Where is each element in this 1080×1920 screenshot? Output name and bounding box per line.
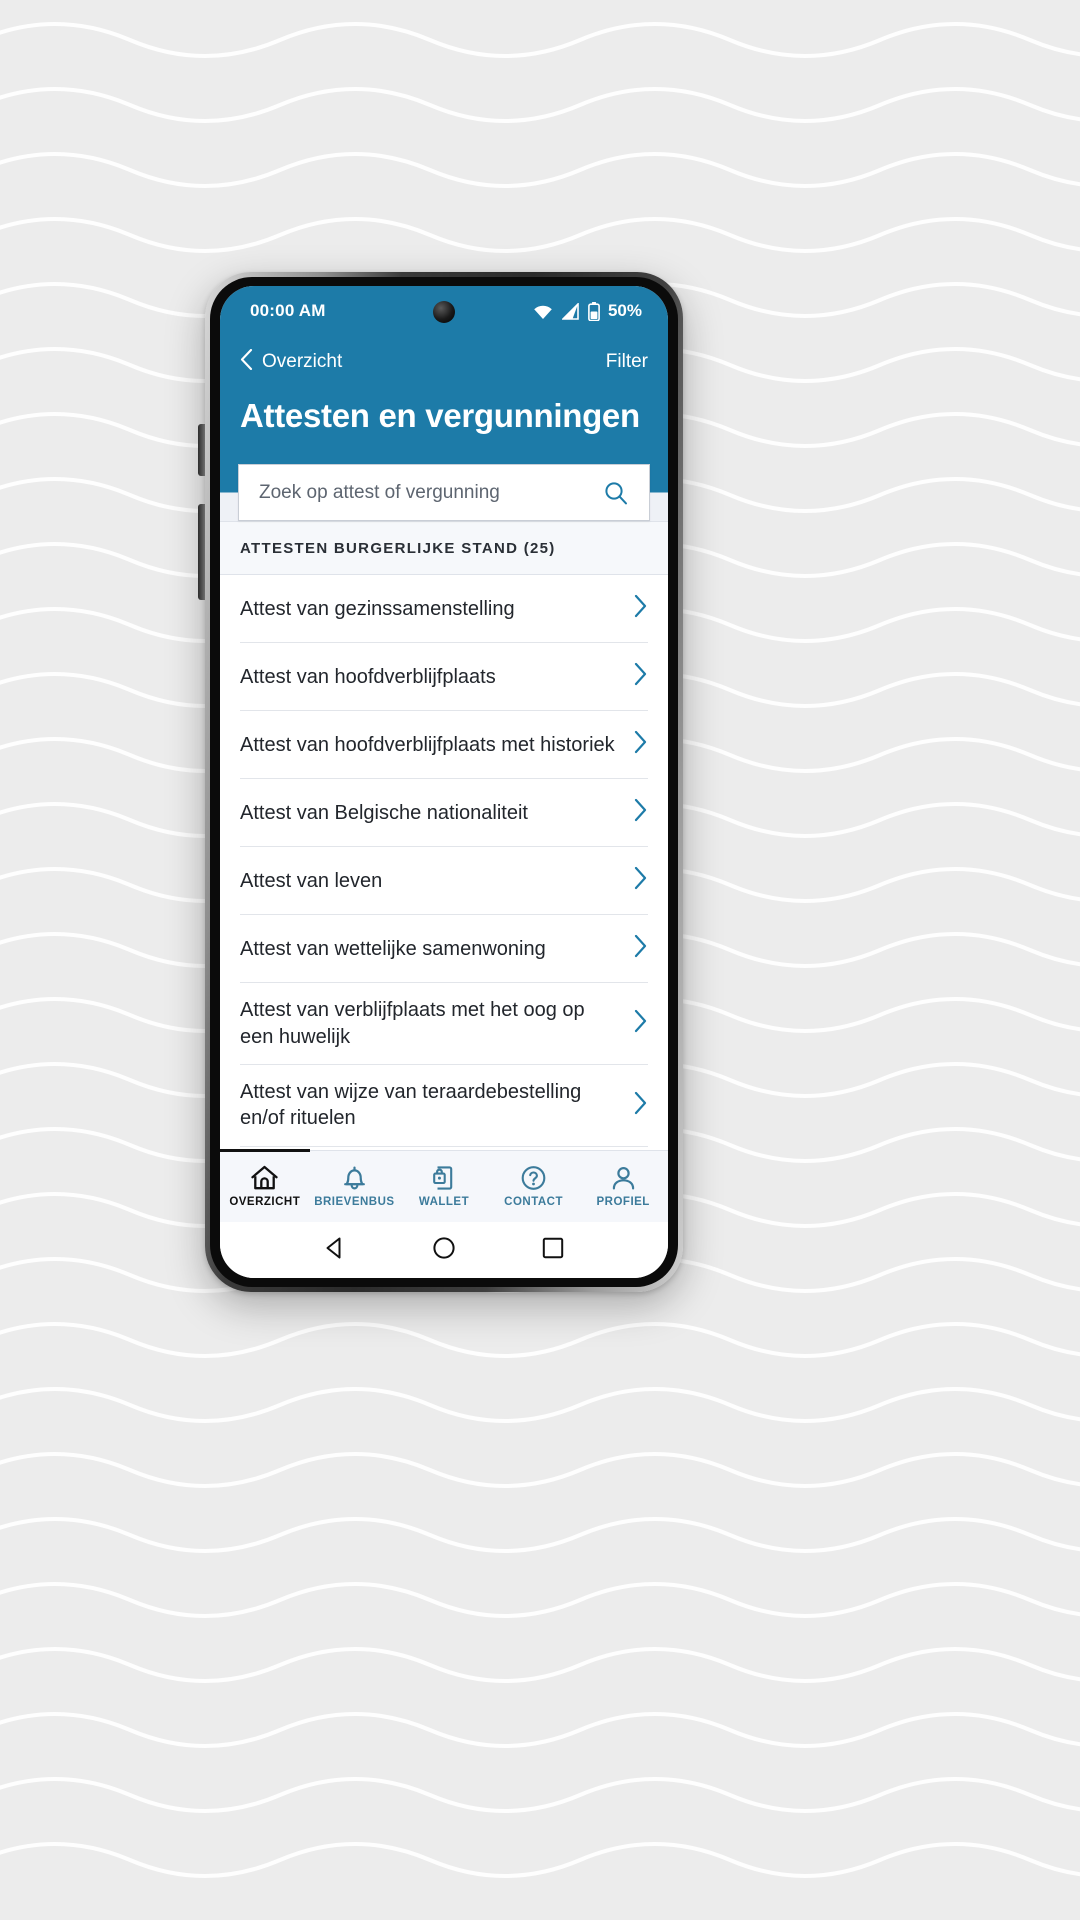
chevron-right-icon [633,594,648,623]
tab-overzicht[interactable]: OVERZICHT [220,1151,310,1222]
list-item-label: Attest van verblijfplaats met het oog op… [240,999,585,1048]
list-item-label: Attest van Belgische nationaliteit [240,801,528,824]
list-item-label: Attest van hoofdverblijfplaats [240,665,496,688]
tab-wallet[interactable]: WALLET [399,1151,489,1222]
camera-punch-hole [433,301,455,323]
list-item[interactable]: Attest van hoofdverblijfplaats met histo… [240,711,648,780]
list-item[interactable]: Attest van verblijfplaats met het oog op… [240,983,648,1066]
tab-label: BRIEVENBUS [314,1196,395,1208]
battery-percentage: 50% [607,301,642,320]
list-item[interactable]: Attest van gezinssamenstelling [240,575,648,644]
home-icon [250,1165,279,1191]
tab-label: WALLET [418,1196,470,1208]
list-item-label: Attest van hoofdverblijfplaats met histo… [240,733,615,756]
status-bar: 00:00 AM 50% [220,286,668,336]
android-back-triangle-icon[interactable] [322,1235,348,1266]
tab-label: OVERZICHT [229,1196,301,1208]
cellular-signal-icon [561,302,580,320]
active-tab-indicator [220,1149,310,1152]
list-item[interactable]: Attest van Belgische nationaliteit [240,779,648,848]
status-icons: 50% [532,301,642,321]
chevron-right-icon [633,1091,648,1120]
phone-screen: 00:00 AM 50% Overzicht Filter Attesten e… [220,286,668,1278]
phone-device: 00:00 AM 50% Overzicht Filter Attesten e… [198,272,683,1292]
phone-bezel: 00:00 AM 50% Overzicht Filter Attesten e… [210,277,678,1287]
tab-contact[interactable]: CONTACT [489,1151,579,1222]
battery-icon [588,301,600,321]
search-icon[interactable] [601,478,631,508]
status-time: 00:00 AM [250,301,326,320]
tab-label: CONTACT [504,1196,564,1208]
chevron-left-icon [240,348,253,376]
back-button-label: Overzicht [262,351,343,372]
section-header: ATTESTEN BURGERLIJKE STAND (25) [220,521,668,576]
person-icon [611,1165,636,1191]
list-item[interactable]: Attest van wettelijke samenwoning [240,915,648,984]
wallet-lock-icon [431,1165,456,1191]
list-item[interactable]: Attest van hoofdverblijfplaats [240,643,648,712]
wifi-icon [532,303,554,320]
list-item-label: Attest van gezinssamenstelling [240,597,515,620]
android-system-nav [220,1222,668,1278]
filter-button[interactable]: Filter [606,351,648,373]
certificate-list: Attest van gezinssamenstelling Attest va… [220,575,668,1150]
chevron-right-icon [633,866,648,895]
chevron-right-icon [633,934,648,963]
bottom-tab-bar: OVERZICHT BRIEVENBUS WALLET CONTACT PROF… [220,1149,668,1222]
list-item-label: Attest van wettelijke samenwoning [240,937,546,960]
search-box[interactable] [238,464,650,522]
chevron-right-icon [633,662,648,691]
android-recents-square-icon[interactable] [540,1235,566,1266]
mute-side-button[interactable] [198,424,205,476]
tab-profiel[interactable]: PROFIEL [578,1151,668,1222]
chevron-right-icon [633,1009,648,1038]
tab-brievenbus[interactable]: BRIEVENBUS [310,1151,400,1222]
list-item[interactable]: Attest van leven [240,847,648,916]
app-header: Overzicht Filter Attesten en vergunninge… [220,336,668,465]
back-button[interactable]: Overzicht [240,348,343,376]
page-title: Attesten en vergunningen [240,397,640,434]
question-circle-icon [520,1165,547,1191]
search-section [220,464,668,522]
list-item-label: Attest van wijze van teraardebestelling … [240,1081,582,1130]
search-input[interactable] [259,481,601,504]
bell-icon [341,1165,368,1191]
tab-label: PROFIEL [596,1196,650,1208]
list-item[interactable]: Attest van wijze van teraardebestelling … [240,1065,648,1147]
volume-side-button[interactable] [198,504,205,600]
list-item-label: Attest van leven [240,869,383,892]
chevron-right-icon [633,730,648,759]
android-home-circle-icon[interactable] [431,1235,457,1266]
chevron-right-icon [633,798,648,827]
header-nav-row: Overzicht Filter [240,336,648,388]
